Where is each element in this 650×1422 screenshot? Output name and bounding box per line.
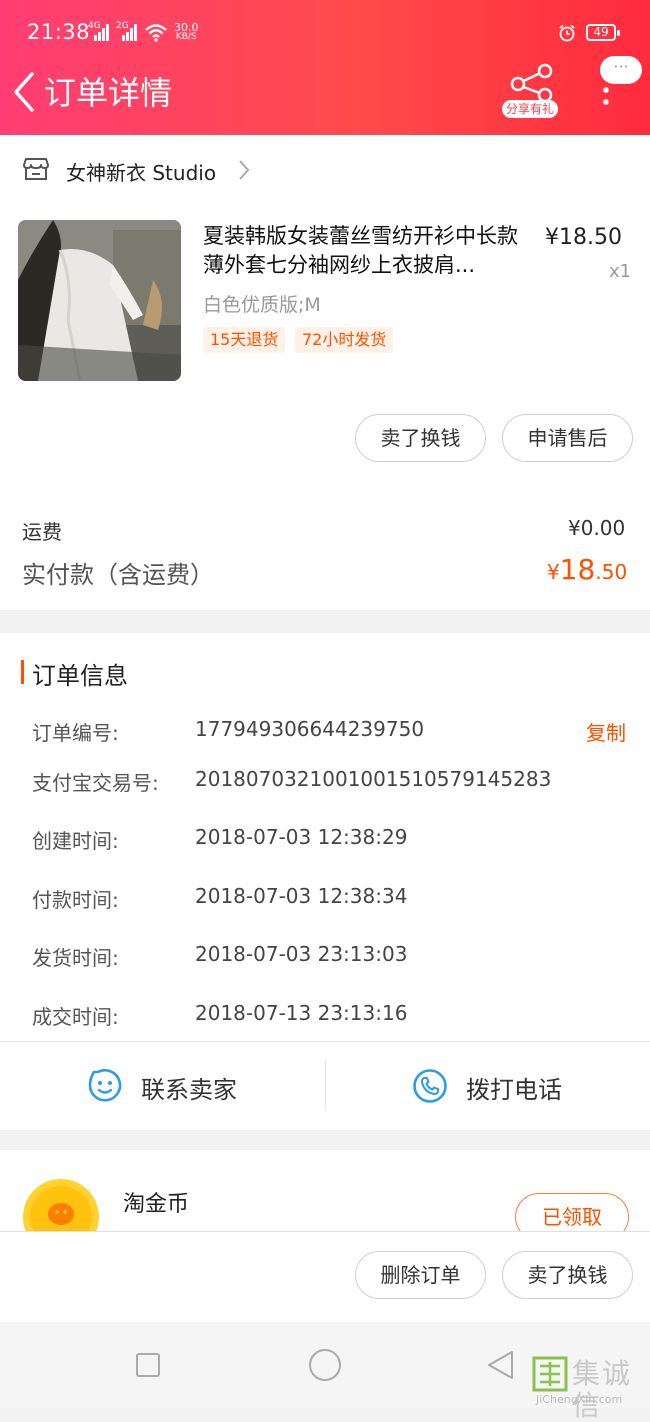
- tag-shipping: 72小时发货: [295, 327, 394, 353]
- product-name[interactable]: 夏装韩版女装蕾丝雪纺开衫中长款薄外套七分袖网纱上衣披肩...: [203, 222, 533, 280]
- order-number-value: 177949306644239750: [195, 717, 425, 741]
- watermark-brand: 集诚信: [572, 1357, 633, 1422]
- share-icon: [510, 63, 553, 103]
- shipped-time-label: 发货时间:: [32, 946, 119, 970]
- page-title: 订单详情: [44, 74, 173, 112]
- created-time-value: 2018-07-03 12:38:29: [195, 825, 408, 849]
- alarm-icon: [559, 24, 575, 42]
- total-label: 实付款（含运费）: [22, 561, 214, 589]
- order-number-label: 订单编号:: [32, 721, 119, 745]
- order-info-title: 订单信息: [32, 662, 128, 690]
- completed-time-value: 2018-07-13 23:13:16: [195, 1001, 408, 1025]
- paid-time-value: 2018-07-03 12:38:34: [195, 884, 408, 908]
- product-price: ¥18.50: [545, 225, 622, 250]
- chevron-right-icon: [239, 160, 250, 180]
- app-header: 21:38 4G 2G 30.0 KB/S 49 订单详情 分享有礼 ···: [0, 0, 650, 135]
- net-speed-unit: KB/S: [175, 32, 197, 42]
- status-bar: 21:38 4G 2G 30.0 KB/S 49: [0, 0, 650, 64]
- phone-icon: [413, 1069, 447, 1103]
- product-image: [18, 220, 181, 381]
- section-accent-bar: [21, 660, 24, 684]
- share-label: 分享有礼: [502, 100, 559, 118]
- recent-apps-icon[interactable]: [135, 1352, 161, 1378]
- product-quantity: x1: [609, 261, 632, 282]
- share-button[interactable]: 分享有礼: [500, 62, 566, 126]
- watermark-domain: JiChengXin.com: [536, 1393, 623, 1406]
- nav-back-icon[interactable]: [486, 1350, 516, 1380]
- product-thumbnail[interactable]: [18, 220, 181, 381]
- signal-icon-2: [122, 24, 137, 41]
- shipping-value: ¥0.00: [568, 516, 626, 540]
- battery-indicator: 49: [586, 24, 620, 41]
- net-speed: 30.0 KB/S: [174, 22, 199, 42]
- shop-name: 女神新衣 Studio: [66, 161, 217, 185]
- contact-seller-label: 联系卖家: [141, 1076, 237, 1104]
- paid-time-label: 付款时间:: [32, 888, 119, 912]
- contact-seller-button[interactable]: 联系卖家: [0, 1042, 325, 1130]
- home-icon[interactable]: [308, 1348, 342, 1382]
- delete-order-button[interactable]: 删除订单: [355, 1251, 486, 1299]
- total-integer: 18: [559, 553, 596, 586]
- coins-title: 淘金币: [123, 1192, 190, 1217]
- chat-icon: [88, 1069, 122, 1102]
- resell-button[interactable]: 卖了换钱: [355, 414, 486, 462]
- resell-bottom-button[interactable]: 卖了换钱: [502, 1251, 633, 1299]
- status-time: 21:38: [27, 20, 91, 44]
- shipping-label: 运费: [22, 520, 62, 544]
- wifi-icon: [145, 24, 167, 42]
- completed-time-label: 成交时间:: [32, 1005, 119, 1029]
- copy-button[interactable]: 复制: [586, 717, 626, 746]
- watermark: 集诚信 JiChengXin.com: [532, 1354, 650, 1422]
- total-decimal: .50: [595, 560, 628, 584]
- signal-icon: [94, 24, 109, 41]
- bottom-action-bar: 删除订单 卖了换钱: [0, 1231, 650, 1323]
- after-sales-button[interactable]: 申请售后: [502, 414, 633, 462]
- more-bubble[interactable]: ···: [600, 56, 642, 84]
- tag-return: 15天退货: [203, 327, 286, 353]
- alipay-number-label: 支付宝交易号:: [32, 771, 159, 795]
- created-time-label: 创建时间:: [32, 829, 119, 853]
- alipay-number-value: 2018070321001001510579145283: [195, 767, 552, 791]
- back-arrow-icon[interactable]: [12, 72, 48, 112]
- call-phone-label: 拨打电话: [466, 1076, 562, 1104]
- gold-coin-icon: [23, 1179, 99, 1232]
- total-amount: ¥18.50: [547, 553, 627, 586]
- product-variant: 白色优质版;M: [203, 294, 321, 316]
- total-currency: ¥: [547, 560, 560, 584]
- more-vertical-icon[interactable]: [596, 84, 616, 112]
- call-phone-button[interactable]: 拨打电话: [326, 1042, 650, 1130]
- shop-icon: [23, 158, 49, 180]
- shipped-time-value: 2018-07-03 23:13:03: [195, 942, 408, 966]
